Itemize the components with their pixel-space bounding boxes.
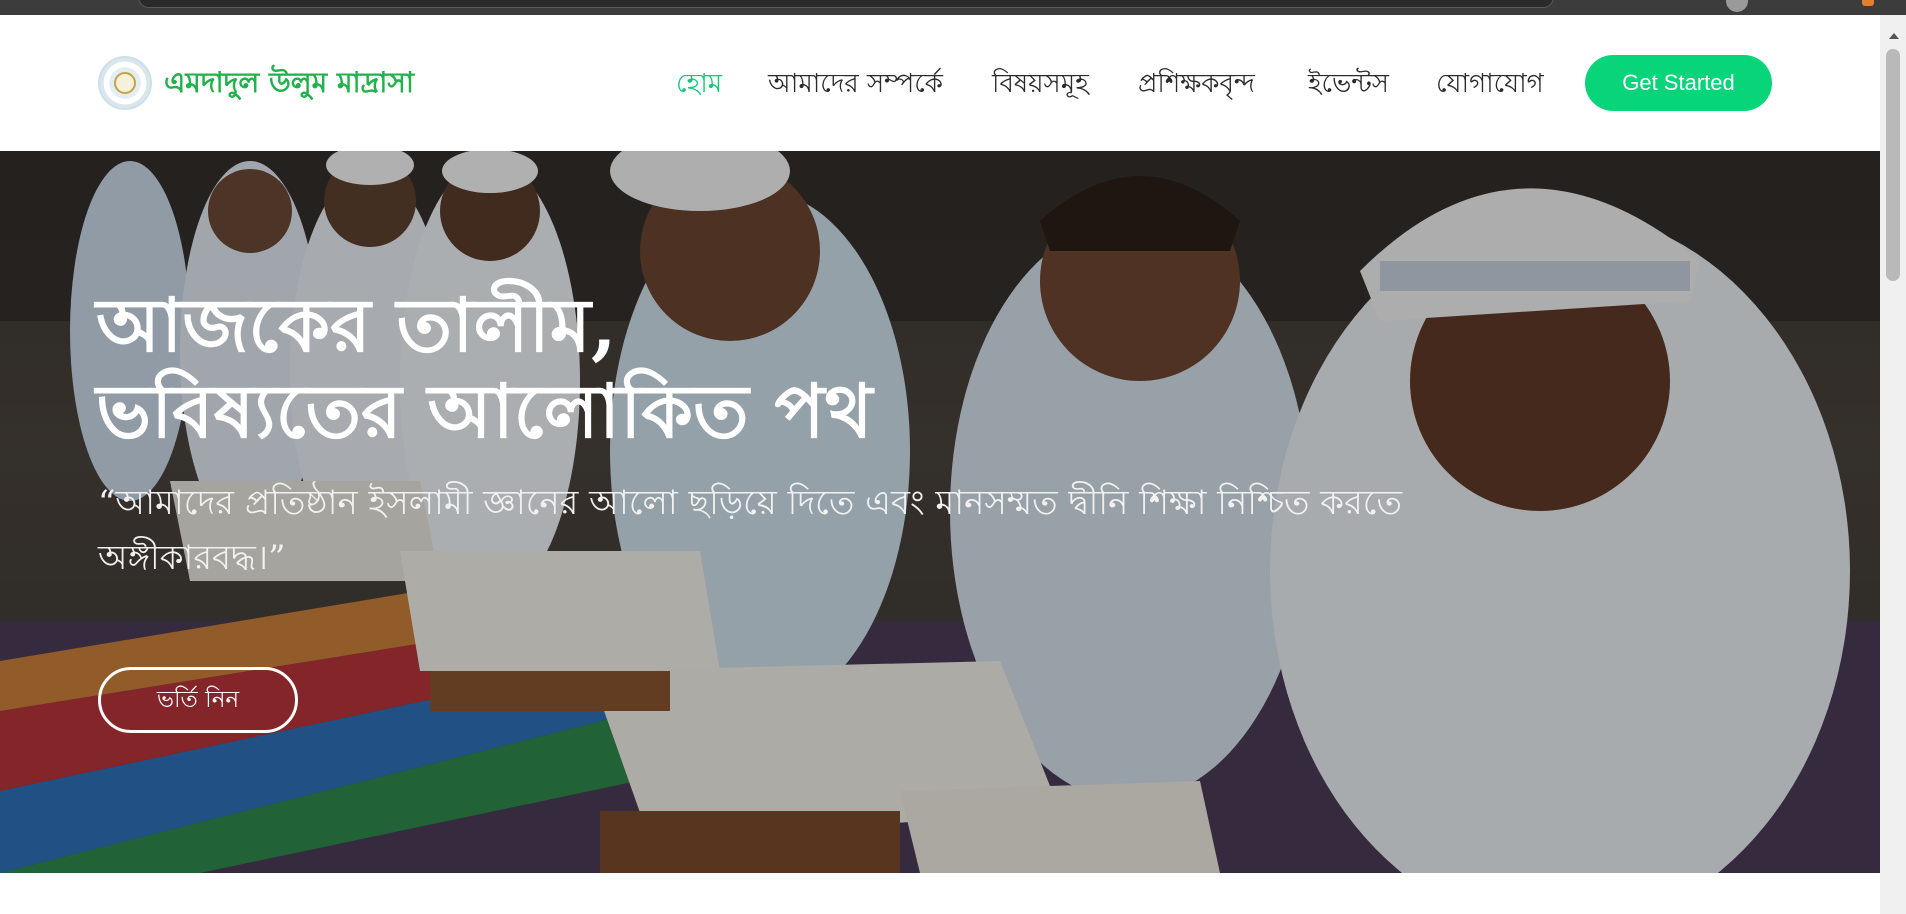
get-started-button[interactable]: Get Started (1585, 55, 1772, 111)
nav-item-subjects[interactable]: বিষয়সমূহ (992, 67, 1089, 101)
hero-subtitle: “আমাদের প্রতিষ্ঠান ইসলামী জ্ঞানের আলো ছড… (98, 483, 1402, 578)
nav-item-home[interactable]: হোম (676, 67, 722, 101)
site-header: এমদাদুল উলুম মাদ্রাসা হোম আমাদের সম্পর্ক… (0, 15, 1880, 151)
browser-toolbar (0, 0, 1906, 15)
emblem-ring (114, 72, 136, 94)
scroll-up-icon[interactable] (1889, 33, 1899, 39)
site-name[interactable]: এমদাদুল উলুম মাদ্রাসা (164, 65, 414, 101)
hero-title-line2: ভবিষ্যতের আলোকিত পথ (96, 369, 873, 455)
hero-section: আজকের তালীম, ভবিষ্যতের আলোকিত পথ “আমাদের… (0, 151, 1880, 873)
browser-extension-icon[interactable] (1862, 0, 1874, 6)
nav-item-events[interactable]: ইভেন্টস (1308, 67, 1389, 101)
page-scrollbar[interactable] (1880, 15, 1906, 914)
hero-title-line1: আজকের তালীম, (96, 283, 617, 369)
admission-button[interactable]: ভর্তি নিন (98, 667, 298, 733)
browser-address-bar[interactable] (138, 0, 1554, 8)
nav-item-trainers[interactable]: প্রশিক্ষকবৃন্দ (1138, 67, 1255, 101)
madrasa-emblem-icon[interactable] (98, 56, 152, 110)
hero-title: আজকের তালীম, ভবিষ্যতের আলোকিত পথ (96, 283, 873, 455)
nav-item-contact[interactable]: যোগাযোগ (1436, 67, 1544, 101)
nav-item-about[interactable]: আমাদের সম্পর্কে (768, 67, 943, 101)
scrollbar-thumb[interactable] (1886, 49, 1900, 281)
browser-profile-icon[interactable] (1726, 0, 1748, 12)
